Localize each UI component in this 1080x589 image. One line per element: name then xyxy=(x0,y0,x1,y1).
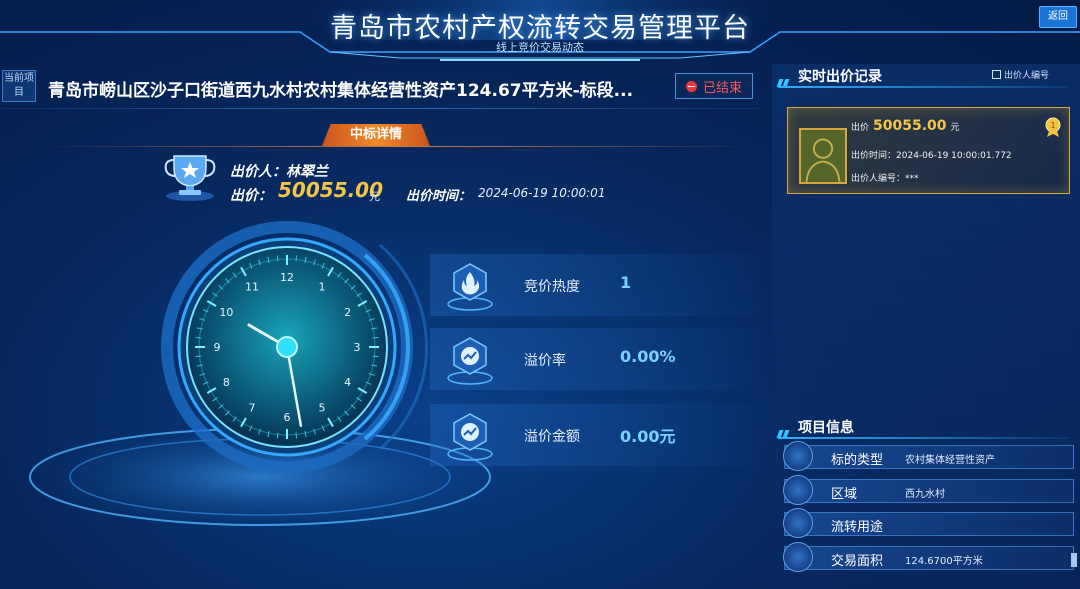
info-value: 124.6700平方米 xyxy=(905,556,983,567)
banner-line xyxy=(40,146,760,147)
medal-icon: 1 xyxy=(1045,117,1061,137)
bid-price-label: 出价 xyxy=(851,123,870,133)
stat-value: 1 xyxy=(620,273,632,292)
bidder-no-label: 出价人编号： xyxy=(851,174,906,184)
bid-time-line: 出价时间：2024-06-19 10:00:01.772 xyxy=(851,148,1012,161)
bid-time-label: 出价时间： xyxy=(851,151,897,161)
avatar xyxy=(799,128,847,184)
clock-tick xyxy=(295,255,298,262)
flame-icon xyxy=(447,263,493,311)
header: 青岛市农村产权流转交易管理平台 线上竞价交易动态 返回 xyxy=(0,0,1080,62)
winning-details-banner: 中标详情 xyxy=(322,124,430,146)
bidder-no-value: *** xyxy=(905,174,919,184)
status-label: 已结束 xyxy=(702,80,742,96)
bidder-no-checkbox[interactable] xyxy=(992,70,1001,79)
page-subtitle: 线上竞价交易动态 xyxy=(496,41,584,54)
clock-number: 1 xyxy=(319,280,326,293)
bid-time-value: 2024-06-19 10:00:01 xyxy=(478,186,606,200)
info-label: 标的类型 xyxy=(831,453,884,468)
info-label: 区域 xyxy=(831,487,858,502)
info-value: 农村集体经营性资产 xyxy=(905,455,995,466)
info-label: 交易面积 xyxy=(831,554,884,569)
document-icon xyxy=(783,508,813,538)
clock-tick xyxy=(295,432,298,439)
info-value: 西九水村 xyxy=(905,489,945,500)
project-info-title: 项目信息 xyxy=(798,420,854,436)
clock-tick xyxy=(372,355,379,358)
clock-tick xyxy=(276,432,279,439)
bid-price-value: 50055.00 xyxy=(873,118,947,134)
clock-number: 6 xyxy=(284,411,291,424)
trend-icon xyxy=(447,337,493,385)
clock-tick xyxy=(195,336,202,339)
price-label: 出价： xyxy=(230,188,272,204)
info-label: 流转用途 xyxy=(831,520,884,535)
scrollbar-thumb[interactable] xyxy=(1071,553,1077,567)
clock-number: 11 xyxy=(245,280,259,293)
section-mark-icon xyxy=(776,423,794,438)
info-item-usage: 流转用途 xyxy=(783,508,1074,538)
stat-value: 0.00% xyxy=(620,347,676,366)
clock-tick xyxy=(372,336,379,339)
clock-number: 10 xyxy=(219,306,233,319)
clock-number: 8 xyxy=(223,376,230,389)
cube-icon xyxy=(783,441,813,471)
bidder-no-toggle[interactable]: 出价人编号 xyxy=(992,68,1049,81)
stat-label: 溢价金额 xyxy=(524,429,580,445)
project-title: 青岛市崂山区沙子口街道西九水村农村集体经营性资产124.67平方米-标段... xyxy=(48,81,634,100)
bid-time-value: 2024-06-19 10:00:01.772 xyxy=(896,151,1012,161)
bid-price-unit: 元 xyxy=(950,123,960,133)
bid-price-line: 出价 50055.00 元 xyxy=(851,118,960,134)
stat-row-premium-amount: 溢价金额 0.00元 xyxy=(430,404,760,466)
section-underline xyxy=(778,437,1068,439)
bid-time-label: 出价时间： xyxy=(406,189,472,204)
section-mark-icon xyxy=(776,72,794,87)
stat-label: 溢价率 xyxy=(524,353,566,369)
section-underline xyxy=(778,86,1068,88)
latest-bid-card: 出价 50055.00 元 出价时间：2024-06-19 10:00:01.772… xyxy=(787,107,1070,194)
info-item-region: 区域 西九水村 xyxy=(783,475,1074,505)
status-badge: 已结束 xyxy=(675,73,753,99)
minus-circle-icon xyxy=(685,80,697,92)
winning-price: 50055.00 xyxy=(278,178,384,202)
clock-tick xyxy=(195,355,202,358)
trend-icon xyxy=(447,413,493,461)
database-icon xyxy=(783,542,813,572)
map-pin-icon xyxy=(783,475,813,505)
stat-label: 竞价热度 xyxy=(524,279,580,295)
clock-number: 9 xyxy=(214,341,221,354)
info-item-type: 标的类型 农村集体经营性资产 xyxy=(783,441,1074,471)
info-item-area: 交易面积 124.6700平方米 xyxy=(783,542,1074,572)
bidder-no-label: 出价人编号 xyxy=(1004,71,1050,81)
trophy-icon xyxy=(164,155,216,201)
bidder-no-line: 出价人编号：*** xyxy=(851,171,919,184)
stat-value: 0.00元 xyxy=(620,427,676,446)
current-project-tag: 当前项目 xyxy=(2,70,36,102)
clock-number: 7 xyxy=(249,402,256,415)
clock-number: 3 xyxy=(354,341,361,354)
clock-tick xyxy=(276,255,279,262)
divider xyxy=(0,108,760,109)
price-unit: 元 xyxy=(369,190,380,203)
clock-number: 2 xyxy=(344,306,351,319)
bid-records-title: 实时出价记录 xyxy=(798,69,882,85)
stat-row-premium-rate: 溢价率 0.00% xyxy=(430,328,760,390)
svg-text:1: 1 xyxy=(1050,121,1055,130)
stat-row-heat: 竞价热度 1 xyxy=(430,254,760,316)
clock-number: 12 xyxy=(280,271,294,284)
clock-number: 5 xyxy=(319,402,326,415)
back-button[interactable]: 返回 xyxy=(1039,6,1077,28)
clock-number: 4 xyxy=(344,376,351,389)
